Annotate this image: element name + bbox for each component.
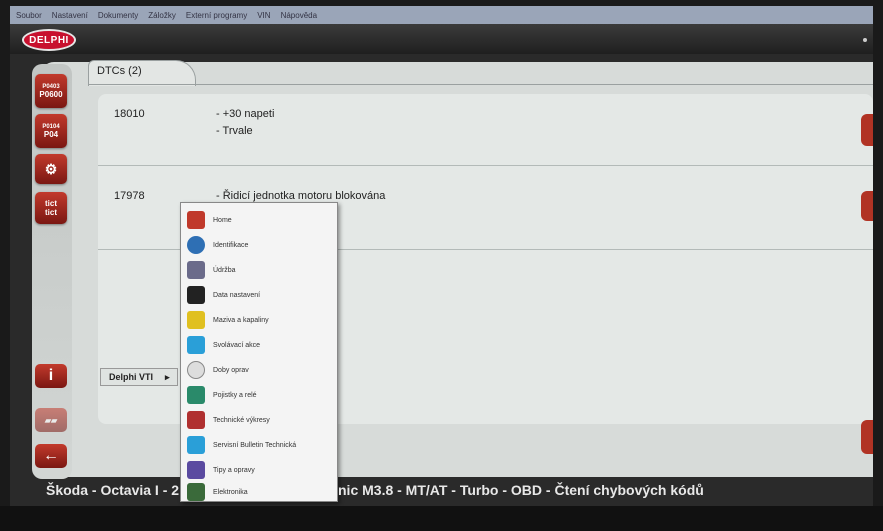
- tips-icon: [187, 461, 205, 479]
- actuator-label-2: tict: [45, 208, 57, 217]
- maintenance-icon: [187, 261, 205, 279]
- menu-nastaveni[interactable]: Nastavení: [52, 11, 88, 20]
- info-icon: i: [48, 367, 54, 384]
- submenu-item-label: Svolávací akce: [213, 341, 261, 349]
- submenu-item-label: Doby oprav: [213, 366, 249, 374]
- submenu-item-maziva[interactable]: Maziva a kapaliny: [187, 309, 333, 331]
- vehicle-name: Škoda - Octavia I - 2: [46, 482, 180, 498]
- gauge-icon: [187, 286, 205, 304]
- delphi-vti-submenu: Home Identifikace Údržba Data nastavení …: [180, 202, 338, 502]
- menu-napoveda[interactable]: Nápověda: [281, 11, 317, 20]
- submenu-item-label: Maziva a kapaliny: [213, 316, 269, 324]
- function-title: nic M3.8 - MT/AT - Turbo - OBD - Čtení c…: [338, 482, 704, 498]
- dtc-code: 18010: [114, 108, 145, 120]
- delphi-vti-label: Delphi VTI: [109, 372, 154, 382]
- submenu-item-servisni-bulletin[interactable]: Servisní Bulletin Technická: [187, 434, 333, 456]
- engine-icon-button[interactable]: ⚙: [35, 154, 67, 184]
- tab-dtcs[interactable]: DTCs (2): [88, 60, 196, 86]
- submenu-item-data-nastaveni[interactable]: Data nastavení: [187, 284, 333, 306]
- engine-icon: ⚙: [44, 160, 58, 177]
- submenu-item-label: Pojistky a relé: [213, 391, 257, 399]
- tab-divider: [88, 84, 873, 85]
- delphi-logo: DELPHI: [22, 29, 76, 51]
- clear-dtc-button[interactable]: P0104 P04: [35, 114, 67, 148]
- submenu-item-identifikace[interactable]: Identifikace: [187, 234, 333, 256]
- menu-vin[interactable]: VIN: [257, 11, 270, 20]
- submenu-item-label: Tipy a opravy: [213, 466, 255, 474]
- right-action-button[interactable]: [861, 420, 873, 454]
- disabled-icon: ▰▰: [44, 415, 58, 425]
- clock-icon: [187, 361, 205, 379]
- submenu-item-label: Údržba: [213, 266, 236, 274]
- back-button[interactable]: ←: [35, 444, 67, 468]
- submenu-item-label: Servisní Bulletin Technická: [213, 441, 297, 449]
- vehicle-status-bar: Škoda - Octavia I - 2 nic M3.8 - MT/AT -…: [40, 478, 873, 502]
- menu-zalozky[interactable]: Záložky: [148, 11, 176, 20]
- clear-dtc-code-2: P04: [43, 129, 59, 139]
- back-arrow-icon: ←: [43, 447, 59, 464]
- submenu-item-doby-oprav[interactable]: Doby oprav: [187, 359, 333, 381]
- submenu-item-label: Identifikace: [213, 241, 249, 249]
- menu-soubor[interactable]: Soubor: [16, 11, 42, 20]
- submenu-item-pojistky[interactable]: Pojistky a relé: [187, 384, 333, 406]
- submenu-item-label: Home: [213, 216, 232, 224]
- drawing-icon: [187, 411, 205, 429]
- submenu-item-udrzba[interactable]: Údržba: [187, 259, 333, 281]
- delphi-vti-menu-item[interactable]: Delphi VTI ▸: [100, 368, 178, 386]
- submenu-item-technicke-vykresy[interactable]: Technické výkresy: [187, 409, 333, 431]
- submenu-item-label: Data nastavení: [213, 291, 261, 299]
- dtc-detail-button-2[interactable]: [861, 191, 873, 221]
- tab-dtcs-label: DTCs (2): [97, 65, 142, 77]
- info-button[interactable]: i: [35, 364, 67, 388]
- fuse-icon: [187, 386, 205, 404]
- disabled-button[interactable]: ▰▰: [35, 408, 67, 432]
- dtc-description-line1: - +30 napeti: [216, 108, 275, 120]
- bulletin-icon: [187, 436, 205, 454]
- dtc-code: 17978: [114, 190, 145, 202]
- submenu-item-label: Technické výkresy: [213, 416, 270, 424]
- dtc-detail-button-1[interactable]: [861, 114, 873, 146]
- header-bar: DELPHI: [10, 24, 873, 54]
- menu-externi-programy[interactable]: Externí programy: [186, 11, 247, 20]
- menu-dokumenty[interactable]: Dokumenty: [98, 11, 138, 20]
- menu-bar: Soubor Nastavení Dokumenty Záložky Exter…: [10, 6, 873, 24]
- submenu-arrow-icon: ▸: [165, 371, 170, 382]
- read-dtc-button[interactable]: P0403 P0600: [35, 74, 67, 108]
- dtc-row[interactable]: 18010 - +30 napeti - Trvale: [98, 94, 873, 166]
- submenu-item-home[interactable]: Home: [187, 209, 333, 231]
- submenu-item-svolavaci-akce[interactable]: Svolávací akce: [187, 334, 333, 356]
- monitor-bezel: [0, 506, 883, 531]
- recall-icon: [187, 336, 205, 354]
- car-icon: [187, 236, 205, 254]
- actuator-label-1: tict: [45, 199, 57, 208]
- screen: Soubor Nastavení Dokumenty Záložky Exter…: [10, 6, 873, 506]
- oil-icon: [187, 311, 205, 329]
- dtc-description-line2: - Trvale: [216, 125, 253, 137]
- actuator-test-button[interactable]: tict tict: [35, 192, 67, 224]
- header-indicator: [863, 38, 867, 42]
- read-dtc-code-2: P0600: [39, 89, 63, 99]
- home-icon: [187, 211, 205, 229]
- dtc-description: - +30 napeti - Trvale: [216, 106, 274, 140]
- left-sidebar: P0403 P0600 P0104 P04 ⚙ tict tict i ▰▰ ←: [32, 64, 72, 479]
